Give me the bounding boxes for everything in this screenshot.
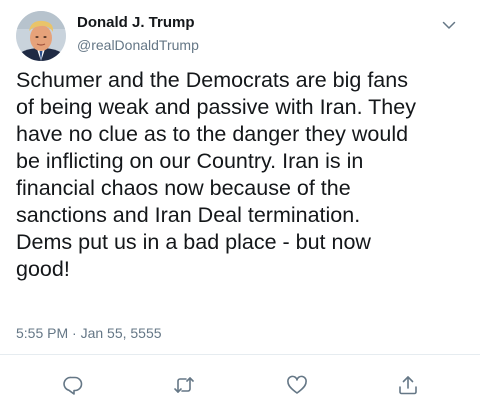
reply-icon <box>63 376 83 395</box>
reply-button[interactable] <box>62 374 84 396</box>
chevron-down-icon[interactable] <box>442 17 456 29</box>
share-button[interactable] <box>397 374 419 396</box>
divider <box>0 354 480 355</box>
user-handle[interactable]: @realDonaldTrump <box>77 36 199 54</box>
share-icon <box>399 376 417 395</box>
tweet-text: Schumer and the Democrats are big fans o… <box>16 68 416 281</box>
like-button[interactable] <box>286 374 308 396</box>
tweet-card: Donald J. Trump @realDonaldTrump Schumer… <box>0 0 480 410</box>
avatar[interactable] <box>16 11 66 61</box>
display-name[interactable]: Donald J. Trump <box>77 14 195 32</box>
retweet-icon <box>174 377 194 393</box>
tweet-timestamp[interactable]: 5:55 PM · Jan 55, 5555 <box>16 324 162 342</box>
heart-icon <box>287 375 307 394</box>
retweet-button[interactable] <box>173 374 195 396</box>
